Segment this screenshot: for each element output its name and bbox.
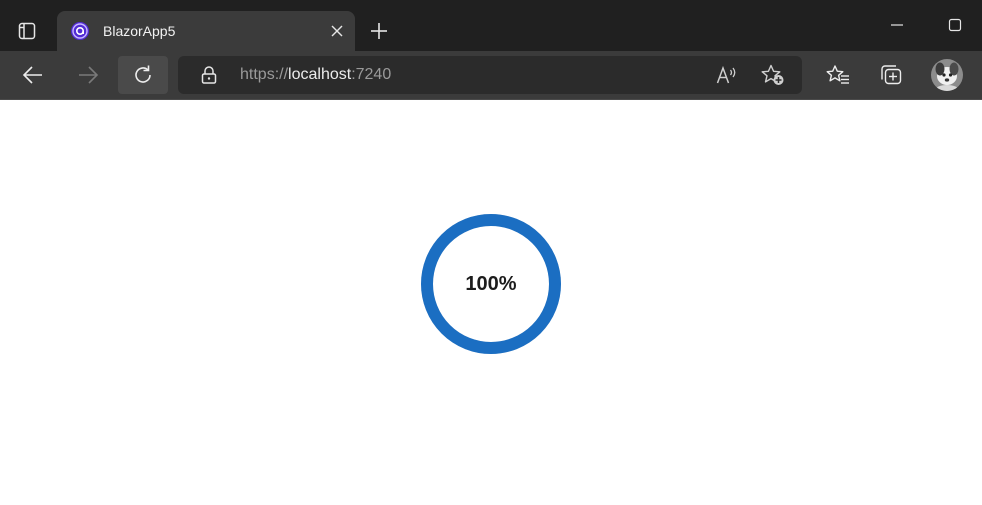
back-button[interactable] xyxy=(16,58,50,92)
forward-button[interactable] xyxy=(71,58,105,92)
avatar[interactable] xyxy=(931,59,963,91)
favorites-icon xyxy=(826,65,849,84)
refresh-icon xyxy=(135,65,151,83)
plus-icon xyxy=(371,23,387,39)
url-text[interactable]: https://localhost:7240 xyxy=(240,66,391,84)
page-content: 100% xyxy=(0,100,982,505)
maximize-icon xyxy=(948,18,962,32)
lock-icon xyxy=(201,66,217,84)
collections-button[interactable] xyxy=(874,58,908,92)
new-tab-button[interactable] xyxy=(364,16,394,46)
read-aloud-icon xyxy=(716,65,736,84)
read-aloud-button[interactable] xyxy=(716,64,738,86)
profile-picture xyxy=(931,59,963,91)
minimize-button[interactable] xyxy=(882,12,912,38)
add-favorite-button[interactable] xyxy=(761,64,785,86)
tab-actions-icon xyxy=(18,22,36,40)
address-bar[interactable]: https://localhost:7240 xyxy=(178,56,802,94)
arrow-right-icon xyxy=(79,66,99,84)
tab-title: BlazorApp5 xyxy=(103,23,176,39)
reload-button[interactable] xyxy=(118,56,168,94)
browser-toolbar: https://localhost:7240 xyxy=(0,51,982,100)
url-scheme: https:// xyxy=(240,66,289,83)
tab-strip: BlazorApp5 xyxy=(0,0,982,51)
tab-actions-button[interactable] xyxy=(6,10,48,52)
site-info-button[interactable] xyxy=(200,66,218,84)
url-host: localhost xyxy=(288,66,352,83)
favorites-button[interactable] xyxy=(821,58,855,92)
progress-label: 100% xyxy=(465,272,517,295)
maximize-button[interactable] xyxy=(940,12,970,38)
star-add-icon xyxy=(761,64,784,85)
arrow-left-icon xyxy=(22,66,42,84)
blazor-icon xyxy=(71,22,89,40)
minimize-icon xyxy=(891,24,903,26)
collections-icon xyxy=(881,65,902,85)
close-tab-button[interactable] xyxy=(327,21,347,41)
close-icon xyxy=(331,25,343,37)
loading-progress: 100% xyxy=(421,214,561,354)
url-port: :7240 xyxy=(351,66,392,83)
browser-tab[interactable]: BlazorApp5 xyxy=(57,11,355,51)
